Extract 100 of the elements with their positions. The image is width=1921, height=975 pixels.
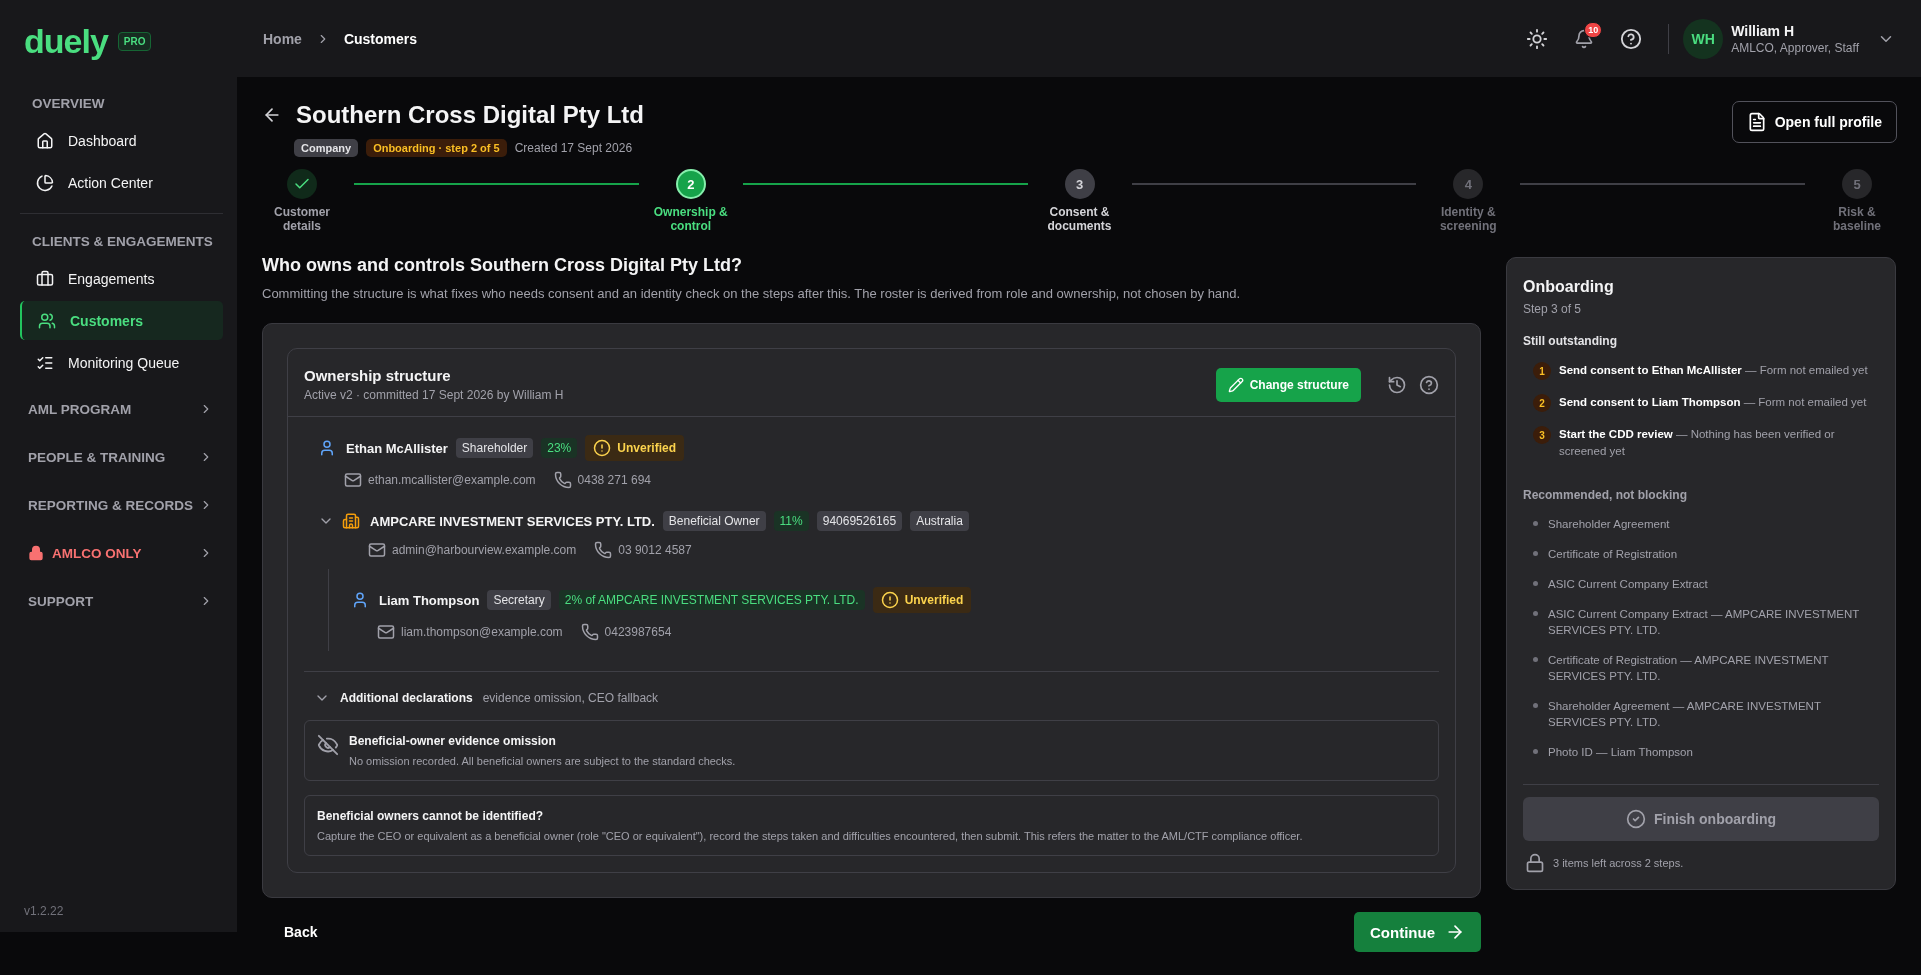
step-circle: 2 (675, 169, 706, 199)
nav-group[interactable]: AML PROGRAM (20, 385, 223, 433)
bullet-icon (1533, 521, 1538, 526)
eye-off-icon (317, 734, 339, 756)
continue-button[interactable]: Continue (1354, 912, 1481, 952)
ownership-share: 11% (773, 511, 809, 531)
entity-tag: Secretary (487, 590, 551, 610)
bullet-icon (1533, 551, 1538, 556)
status-text: Unverified (904, 593, 964, 607)
nav-item[interactable]: Monitoring Queue (20, 343, 223, 382)
entity-tag: Australia (910, 511, 969, 531)
home-icon (36, 131, 54, 150)
lock-icon (28, 545, 44, 561)
recommended-item: Shareholder Agreement (1548, 517, 1670, 532)
step-circle: 5 (1842, 169, 1872, 199)
recommended-item: Certificate of Registration (1548, 547, 1678, 562)
logo[interactable]: duely (24, 24, 108, 58)
help-icon[interactable] (1419, 374, 1439, 395)
declaration-text: No omission recorded. All beneficial owners are subject to the standard checks. (349, 755, 736, 767)
bullet-icon (1533, 657, 1538, 662)
declaration-title: Beneficial-owner evidence omission (349, 734, 557, 748)
list-heading: Still outstanding (1523, 334, 1618, 348)
declarations-title: Additional declarations (340, 691, 473, 705)
phone-icon (594, 541, 613, 559)
step-label: Consent & documents (1046, 205, 1113, 233)
check-circle-icon (1625, 809, 1646, 829)
history-icon[interactable] (1387, 374, 1407, 395)
ownership-share: 23% (541, 438, 578, 458)
entity-name: Liam Thompson (379, 592, 480, 608)
phone-text: 03 9012 4587 (594, 541, 692, 559)
step-circle: 3 (1064, 169, 1095, 199)
recommended-item: ASIC Current Company Extract (1548, 577, 1708, 592)
group-label: PEOPLE & TRAINING (28, 449, 166, 465)
panel-title: Onboarding (1523, 278, 1615, 296)
recommended-item: Certificate of Registration — AMPCARE INVESTMENT SERVICES PTY. LTD. (1548, 653, 1830, 684)
nav-item[interactable]: Dashboard (20, 121, 223, 160)
bullet-icon (1533, 581, 1538, 586)
back-button[interactable]: Back (278, 923, 324, 941)
nav-item[interactable]: Action Center (20, 163, 223, 202)
section-description: Committing the structure is what fixes who needs consent and an identity check on the steps after this. The roster is derived from role and ownership, not chosen by hand. (262, 286, 1242, 301)
page-title: Southern Cross Digital Pty Ltd (296, 101, 645, 129)
group-label: REPORTING & RECORDS (28, 497, 193, 513)
nav-group[interactable]: REPORTING & RECORDS (20, 481, 223, 529)
list-heading: Recommended, not blocking (1523, 488, 1688, 502)
declarations-summary: evidence omission, CEO fallback (482, 691, 659, 705)
lock-icon (1525, 853, 1545, 873)
person-icon (351, 591, 369, 609)
group-label: SUPPORT (28, 593, 94, 609)
open-profile-button[interactable]: Open full profile (1731, 101, 1897, 143)
step-label: Customer details (273, 205, 331, 233)
status-tag: Company (294, 139, 359, 157)
remaining-text: 3 items left across 2 steps. (1553, 857, 1684, 869)
card-subtitle: Active v2 · committed 17 Sept 2026 by William H (304, 388, 564, 402)
status-tag: Onboarding · step 2 of 5 (366, 139, 507, 157)
email-text: admin@harbourview.example.com (368, 541, 577, 559)
recommended-item: Photo ID — Liam Thompson (1548, 745, 1693, 760)
nav-item[interactable]: Engagements (20, 259, 223, 298)
nav-group[interactable]: PEOPLE & TRAINING (20, 433, 223, 481)
outstanding-item: Send consent to Liam Thompson — Form not emailed yet (1559, 395, 1867, 410)
help-icon[interactable] (1620, 27, 1643, 50)
entity-tag: Beneficial Owner (662, 511, 766, 531)
group-label: AML PROGRAM (28, 401, 132, 417)
version-text: v1.2.22 (23, 904, 65, 918)
alert-icon (593, 439, 612, 457)
phone-icon (553, 471, 572, 489)
nav-item[interactable]: Customers (20, 301, 223, 340)
mail-icon (344, 471, 362, 489)
step-label: Ownership & control (652, 205, 729, 233)
sun-icon[interactable] (1526, 27, 1549, 50)
breadcrumb-link[interactable]: Home (263, 30, 302, 47)
section-title: CLIENTS & ENGAGEMENTS (31, 233, 214, 251)
user-roles: AMLCO, Approver, Staff (1731, 40, 1859, 55)
step-circle: 4 (1453, 169, 1484, 199)
card-title: Ownership structure (304, 367, 452, 384)
created-date: Created 17 Sept 2026 (514, 141, 633, 155)
user-avatar[interactable]: WH (1683, 18, 1724, 59)
bullet-icon (1533, 749, 1538, 754)
outstanding-item: Start the CDD review — Nothing has been verified or screened yet (1559, 427, 1836, 459)
status-text: Unverified (617, 441, 676, 455)
breadcrumb-link[interactable]: Customers (343, 30, 418, 47)
section-title: OVERVIEW (31, 95, 106, 113)
nav-group[interactable]: AMLCO ONLY (20, 529, 223, 577)
declaration-title: Beneficial owners cannot be identified? (317, 809, 545, 823)
bullet-icon (1533, 703, 1538, 708)
item-number: 3 (1533, 426, 1551, 444)
alert-icon (880, 591, 899, 609)
group-label: AMLCO ONLY (52, 545, 142, 561)
person-icon (318, 439, 336, 457)
recommended-item: Shareholder Agreement — AMPCARE INVESTMENT SERVICES PTY. LTD. (1548, 699, 1822, 730)
pie-chart-icon (36, 173, 54, 192)
item-number: 1 (1533, 362, 1551, 380)
nav-group[interactable]: SUPPORT (20, 577, 223, 625)
section-heading: Who owns and controls Southern Cross Digital Pty Ltd? (262, 255, 743, 276)
step-label: Identity & screening (1438, 205, 1498, 233)
entity-tag: 94069526165 (816, 511, 903, 531)
email-text: liam.thompson@example.com (377, 623, 563, 641)
notification-count: 10 (1584, 21, 1603, 38)
phone-icon (580, 623, 599, 641)
panel-step: Step 3 of 5 (1523, 302, 1879, 316)
pencil-icon (1227, 376, 1244, 393)
